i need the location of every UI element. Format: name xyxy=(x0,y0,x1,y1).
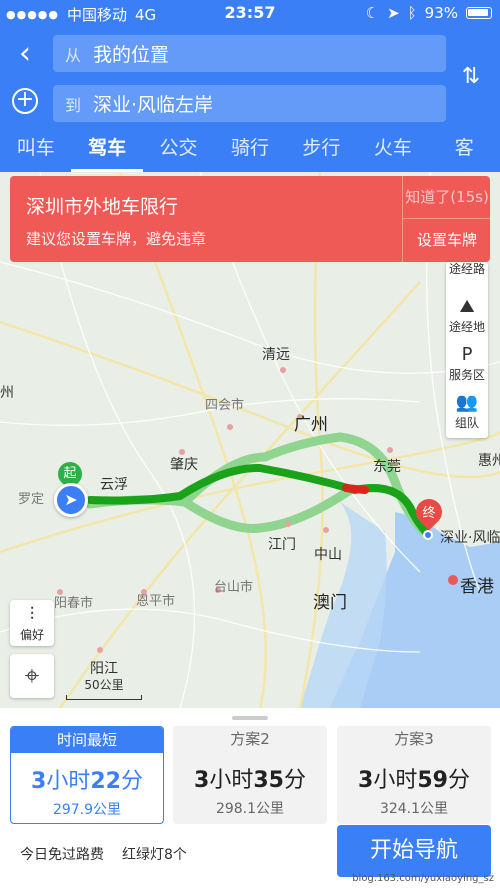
set-plate-button[interactable]: 设置车牌 xyxy=(403,219,491,262)
tab-walk[interactable]: 步行 xyxy=(286,128,357,172)
waypoint-route-button[interactable]: 途经路 xyxy=(446,262,488,292)
toll-info: 今日免过路费 xyxy=(20,847,104,863)
from-value: 我的位置 xyxy=(93,44,170,66)
preference-label: 偏好 xyxy=(19,628,44,642)
map-side-panel: 途经路 ⛰ 途经地 P 服务区 👥 组队 xyxy=(446,262,488,438)
map-pin-icon: ⛰ xyxy=(459,296,475,317)
mode-tabs: 叫车 驾车 公交 骑行 步行 火车 客 xyxy=(0,128,500,172)
plan-duration: 3小时22分 xyxy=(31,769,143,794)
route-plan-3[interactable]: 方案3 3小时59分 324.1公里 xyxy=(337,726,491,824)
plan-header: 方案3 xyxy=(394,730,434,748)
waypoint-place-label: 途经地 xyxy=(448,320,485,334)
back-button[interactable]: ‹ xyxy=(10,36,40,72)
battery-icon xyxy=(466,7,492,19)
map-label-qingyuan: 清远 xyxy=(262,347,290,363)
alert-subtitle: 建议您设置车牌，避免违章 xyxy=(26,230,207,248)
start-navigation-button[interactable]: 开始导航 xyxy=(337,825,491,877)
destination-dot xyxy=(423,530,433,540)
map-label-shenye: 深业·风临 xyxy=(440,530,500,546)
dismiss-button[interactable]: 知道了(15s) xyxy=(403,176,491,219)
map-label-taishan: 台山市 xyxy=(214,580,254,595)
plan-distance: 297.9公里 xyxy=(52,802,122,818)
map-label-huizhou: 惠州 xyxy=(478,453,500,469)
from-field[interactable]: 从 我的位置 xyxy=(53,35,446,72)
map-label-yangchun: 阳春市 xyxy=(54,596,94,611)
map-scale: 50公里 xyxy=(66,676,142,700)
to-value: 深业·风临左岸 xyxy=(93,94,214,116)
alert-actions: 知道了(15s) 设置车牌 xyxy=(402,176,491,262)
traffic-light-info: 红绿灯8个 xyxy=(122,847,187,863)
current-location-icon: ➤ xyxy=(54,483,88,517)
waypoint-place-button[interactable]: ⛰ 途经地 xyxy=(446,292,488,340)
parking-icon: P xyxy=(461,344,473,365)
alert-title: 深圳市外地车限行 xyxy=(26,196,179,218)
map-label-luoding: 罗定 xyxy=(18,492,45,507)
header: ●●●●● 中国移动 4G 23:57 ☾ ➤ ᛒ 93% ‹ + 从 我的位置… xyxy=(0,0,500,172)
from-prefix: 从 xyxy=(65,45,82,65)
tab-taxi[interactable]: 叫车 xyxy=(0,128,71,172)
waypoint-route-label: 途经路 xyxy=(448,262,485,276)
battery-label: 93% xyxy=(424,4,458,22)
sheet-handle[interactable] xyxy=(232,716,268,720)
map-label-enping: 恩平市 xyxy=(136,594,176,609)
tab-cycle[interactable]: 骑行 xyxy=(214,128,285,172)
to-field[interactable]: 到 深业·风临左岸 xyxy=(53,85,446,122)
watermark: blog.163.com/yuxiaoying_sz xyxy=(352,873,494,884)
map-label-hongkong: 香港 xyxy=(460,577,494,597)
map-label-dongguan: 东莞 xyxy=(373,459,401,475)
team-label: 组队 xyxy=(454,416,479,430)
plan-header: 时间最短 xyxy=(11,727,163,753)
crosshair-icon: ⌖ xyxy=(24,661,40,691)
map-label-zhaoqing: 肇庆 xyxy=(170,457,198,473)
restriction-alert: 深圳市外地车限行 建议您设置车牌，避免违章 知道了(15s) 设置车牌 xyxy=(10,176,491,262)
swap-icon[interactable]: ⇅ xyxy=(458,64,484,94)
status-bar: ●●●●● 中国移动 4G 23:57 ☾ ➤ ᛒ 93% xyxy=(0,0,500,26)
tab-coach[interactable]: 客 xyxy=(429,128,500,172)
route-plan-2[interactable]: 方案2 3小时35分 298.1公里 xyxy=(173,726,327,824)
map-label-zhongshan: 中山 xyxy=(314,547,342,563)
map-label-edge: 州 xyxy=(0,385,14,401)
location-arrow-icon: ➤ xyxy=(387,4,400,22)
sliders-icon: ⫶ xyxy=(29,604,35,625)
plan-duration: 3小时35分 xyxy=(194,768,306,793)
add-waypoint-button[interactable]: + xyxy=(12,88,38,114)
route-plan-1[interactable]: 时间最短 3小时22分 297.9公里 xyxy=(10,726,164,824)
map-label-aomen: 澳门 xyxy=(313,593,347,613)
map-label-sihui: 四会市 xyxy=(205,398,245,413)
tab-train[interactable]: 火车 xyxy=(357,128,428,172)
tab-drive[interactable]: 驾车 xyxy=(71,128,144,172)
route-info: 今日免过路费 红绿灯8个 xyxy=(20,844,187,864)
route-sheet: 时间最短 3小时22分 297.9公里 方案2 3小时35分 298.1公里 方… xyxy=(0,708,500,888)
team-icon: 👥 xyxy=(455,392,479,413)
preference-button[interactable]: ⫶ 偏好 xyxy=(10,600,54,646)
locate-button[interactable]: ⌖ xyxy=(10,654,54,698)
plan-duration: 3小时59分 xyxy=(358,768,470,793)
map-label-guangzhou: 广州 xyxy=(294,415,328,435)
tab-bus[interactable]: 公交 xyxy=(143,128,214,172)
scale-bar xyxy=(66,695,142,700)
map-label-yunfu: 云浮 xyxy=(100,477,128,493)
map-label-jiangmen: 江门 xyxy=(268,537,296,553)
plan-header: 方案2 xyxy=(230,730,270,748)
map-label-yangjiang: 阳江 xyxy=(90,661,118,677)
bluetooth-icon: ᛒ xyxy=(407,4,417,22)
team-button[interactable]: 👥 组队 xyxy=(446,388,488,436)
plan-distance: 324.1公里 xyxy=(379,801,449,817)
scale-label: 50公里 xyxy=(84,678,124,692)
plan-distance: 298.1公里 xyxy=(215,801,285,817)
moon-icon: ☾ xyxy=(365,4,380,22)
end-marker-label: 终 xyxy=(422,506,436,521)
service-area-label: 服务区 xyxy=(448,368,485,382)
service-area-button[interactable]: P 服务区 xyxy=(446,340,488,388)
to-prefix: 到 xyxy=(65,95,82,115)
